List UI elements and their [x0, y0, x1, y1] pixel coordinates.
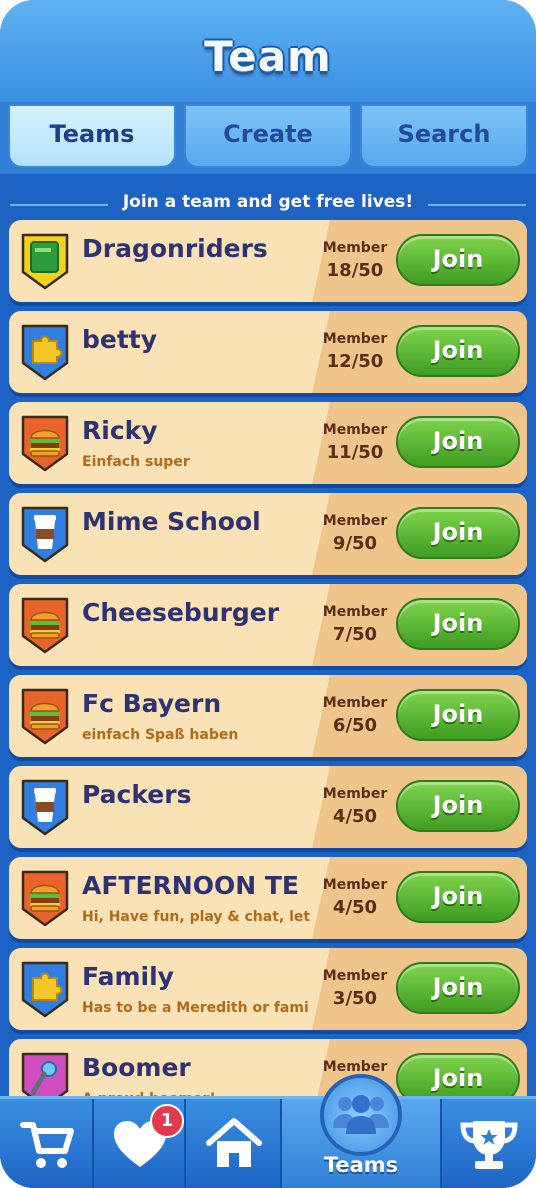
- member-label: Member: [322, 695, 388, 711]
- member-label: Member: [322, 786, 388, 802]
- member-count: 18/50: [326, 260, 384, 281]
- nav-leaderboard[interactable]: [442, 1099, 536, 1188]
- team-name: Dragonriders: [82, 234, 268, 263]
- coffee-cup-icon: [21, 779, 69, 836]
- member-label: Member: [322, 422, 388, 438]
- burger-icon: [21, 870, 69, 927]
- team-row[interactable]: Ricky Einfach super Member 11/50 Join: [9, 402, 527, 484]
- header: Team: [0, 0, 536, 105]
- member-label: Member: [322, 604, 388, 620]
- team-row[interactable]: Boomer A proud boomer! Member Join: [9, 1039, 527, 1096]
- bottom-nav: [0, 1096, 536, 1188]
- team-row[interactable]: Cheeseburger Member 7/50 Join: [9, 584, 527, 666]
- team-row[interactable]: Fc Bayern einfach Spaß haben Member 6/50…: [9, 675, 527, 757]
- member-count: 9/50: [332, 533, 378, 554]
- tab-search[interactable]: Search: [360, 104, 528, 168]
- subtitle: Join a team and get free lives!: [122, 192, 414, 212]
- team-description: Hi, Have fun, play & chat, let: [82, 909, 311, 925]
- lives-count-badge: 1: [150, 1104, 184, 1138]
- app-screen: Team Teams Create Search Join a team and…: [0, 0, 536, 1188]
- teams-nav-label: Teams: [323, 1153, 399, 1177]
- shop-cart-icon: [20, 1122, 74, 1168]
- member-count: 7/50: [332, 624, 378, 645]
- puzzle-icon: [21, 324, 69, 381]
- join-button[interactable]: Join: [396, 416, 520, 468]
- tab-bar: Teams Create Search: [0, 102, 536, 174]
- team-name: Fc Bayern: [82, 689, 222, 718]
- team-description: Einfach super: [82, 454, 190, 470]
- team-name: Packers: [82, 780, 192, 809]
- burger-icon: [21, 688, 69, 745]
- team-row[interactable]: betty Member 12/50 Join: [9, 311, 527, 393]
- join-button[interactable]: Join: [396, 234, 520, 286]
- teams-icon: [333, 1095, 389, 1134]
- burger-icon: [21, 415, 69, 472]
- nav-shop[interactable]: [0, 1099, 94, 1188]
- book-icon: [21, 233, 69, 290]
- team-name: betty: [82, 325, 158, 354]
- member-count: 4/50: [332, 897, 378, 918]
- member-count: 11/50: [326, 442, 384, 463]
- team-name: Cheeseburger: [82, 598, 280, 627]
- member-label: Member: [322, 513, 388, 529]
- member-count: 6/50: [332, 715, 378, 736]
- join-button[interactable]: Join: [396, 780, 520, 832]
- team-row[interactable]: Mime School Member 9/50 Join: [9, 493, 527, 575]
- puzzle-icon: [21, 961, 69, 1018]
- member-label: Member: [322, 968, 388, 984]
- team-row[interactable]: Family Has to be a Meredith or fami Memb…: [9, 948, 527, 1030]
- join-button[interactable]: Join: [396, 962, 520, 1014]
- team-name: Boomer: [82, 1053, 191, 1082]
- team-name: Family: [82, 962, 174, 991]
- home-icon: [206, 1118, 262, 1167]
- team-description: Has to be a Meredith or fami: [82, 1000, 309, 1016]
- join-button[interactable]: Join: [396, 1053, 520, 1096]
- team-row[interactable]: Packers Member 4/50 Join: [9, 766, 527, 848]
- team-description: einfach Spaß haben: [82, 727, 239, 743]
- team-list: Join a team and get free lives! Dragonri…: [0, 174, 536, 1096]
- join-button[interactable]: Join: [396, 689, 520, 741]
- trophy-icon: [460, 1121, 518, 1169]
- join-button[interactable]: Join: [396, 598, 520, 650]
- join-button[interactable]: Join: [396, 325, 520, 377]
- member-label: Member: [322, 1059, 388, 1075]
- microphone-icon: [21, 1052, 69, 1096]
- team-row[interactable]: Dragonriders Member 18/50 Join: [9, 220, 527, 302]
- nav-home[interactable]: [186, 1099, 282, 1188]
- team-name: Ricky: [82, 416, 158, 445]
- burger-icon: [21, 597, 69, 654]
- join-button[interactable]: Join: [396, 507, 520, 559]
- member-label: Member: [322, 331, 388, 347]
- coffee-cup-icon: [21, 506, 69, 563]
- team-name: Mime School: [82, 507, 261, 536]
- join-button[interactable]: Join: [396, 871, 520, 923]
- member-label: Member: [322, 240, 388, 256]
- member-count: 4/50: [332, 806, 378, 827]
- member-count: 12/50: [326, 351, 384, 372]
- member-count: 3/50: [332, 988, 378, 1009]
- team-name: AFTERNOON TE: [82, 871, 299, 900]
- tab-create[interactable]: Create: [184, 104, 352, 168]
- member-label: Member: [322, 877, 388, 893]
- page-title: Team: [204, 32, 332, 81]
- team-row[interactable]: AFTERNOON TE Hi, Have fun, play & chat, …: [9, 857, 527, 939]
- tab-teams[interactable]: Teams: [8, 104, 176, 168]
- teams-nav-circle[interactable]: [320, 1074, 402, 1156]
